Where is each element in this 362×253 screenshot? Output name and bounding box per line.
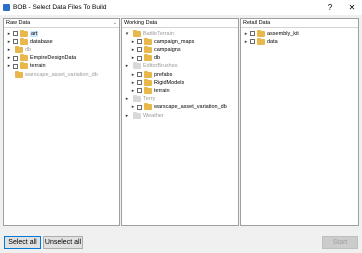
folder-icon [133,95,141,103]
close-icon: ✕ [348,3,356,12]
folder-icon [144,70,152,78]
folder-icon [144,45,152,53]
tree-item-label: db [25,46,32,53]
expand-arrow-icon[interactable]: ▸ [243,31,249,37]
window-title: BOB - Select Data Files To Build [13,4,107,11]
expand-arrow-icon[interactable]: ▸ [124,96,130,102]
app-icon [3,4,10,11]
unselect-all-button[interactable]: Unselect all [43,236,83,249]
start-button[interactable]: Start [322,236,358,249]
retail-data-header-label: Retail Data [243,20,271,26]
tree-item[interactable]: warscape_asset_variation_db [4,70,98,79]
tree-item-checkbox[interactable] [13,39,18,45]
folder-icon [133,111,141,119]
folder-icon [15,70,23,78]
tree-item-label: BattleTerrain [143,30,174,37]
working-data-header[interactable]: Working Data [122,19,238,28]
expand-arrow-icon[interactable]: ▸ [130,72,136,78]
retail-data-panel[interactable]: Retail Data ▸ assembly_kit ▸ data [240,18,359,226]
tree-item-checkbox[interactable] [137,72,142,77]
tree-item[interactable]: ▸ data [241,37,278,46]
folder-icon [144,37,152,45]
expand-arrow-icon[interactable]: ▸ [124,113,130,119]
expand-arrow-icon[interactable]: ▸ [130,88,136,94]
tree-item-checkbox[interactable] [137,47,142,53]
tree-item-label: RigidModels [154,79,185,86]
expand-arrow-icon[interactable]: ▸ [130,55,136,61]
tree-item-checkbox[interactable] [13,31,18,36]
help-icon: ? [327,3,333,12]
expand-arrow-icon[interactable]: ▸ [124,63,130,69]
folder-icon [257,29,265,37]
tree-item-label: campaign_maps [154,38,195,45]
select-all-button[interactable]: Select all [4,236,41,249]
expand-arrow-icon[interactable]: ▸ [6,55,12,61]
retail-data-header[interactable]: Retail Data [241,19,358,28]
tree-item-checkbox[interactable] [137,80,142,86]
expand-arrow-icon[interactable]: ▸ [130,104,136,110]
folder-icon [133,62,141,70]
folder-icon [20,62,28,70]
tree-item-label: db [154,55,161,62]
expand-arrow-icon[interactable]: ▸ [6,47,12,53]
tree-item[interactable]: ▸ Weather [122,111,164,120]
tree-item-label: terrain [30,63,46,70]
expand-arrow-icon[interactable]: ▸ [130,47,136,53]
raw-data-header-label: Raw Data [6,20,31,26]
tree-item-label: database [30,38,53,45]
tree-item-label: prefabs [154,71,173,78]
tree-item-label: EditorBrushes [143,63,178,70]
tree-item-label: terrain [154,87,170,94]
expand-arrow-icon[interactable]: ▸ [130,39,136,45]
title-bar: BOB - Select Data Files To Build ? ✕ [0,0,362,15]
tree-item-label: assembly_kit [267,30,299,37]
tree-item-label: warscape_asset_variation_db [154,104,227,111]
folder-icon [144,86,152,94]
expand-arrow-icon[interactable]: ▸ [6,31,12,37]
expand-arrow-icon[interactable]: ▸ [6,63,12,69]
expand-arrow-icon[interactable]: ▸ [243,39,249,45]
tree-item-label: EmpireDesignData [30,55,77,62]
raw-data-header[interactable]: Raw Data ⌄ [4,19,119,28]
tree-item-label: campaigns [154,46,181,53]
tree-item-checkbox[interactable] [137,88,142,94]
tree-item-checkbox[interactable] [137,39,142,45]
raw-data-panel[interactable]: Raw Data ⌄ ▸ art ▸ database ▸ db ▸ EmpireDesign… [3,18,120,226]
folder-icon [133,29,141,37]
expand-arrow-icon[interactable]: ▸ [130,80,136,86]
tree-item-label: warscape_asset_variation_db [25,71,98,78]
tree-item-checkbox[interactable] [13,55,18,61]
working-data-panel[interactable]: Working Data ▾ BattleTerrain ▸ campaign_map… [121,18,239,226]
tree-item-checkbox[interactable] [137,55,142,61]
working-data-header-label: Working Data [124,20,158,26]
tree-item-checkbox[interactable] [137,104,142,110]
folder-icon [20,29,28,37]
tree-item-checkbox[interactable] [13,63,18,69]
tree-item-checkbox[interactable] [250,39,255,45]
sort-arrow-icon: ⌄ [112,20,117,26]
folder-icon [257,37,265,45]
tree-item-label: Terry [143,96,156,103]
tree-item-checkbox[interactable] [250,31,255,36]
folder-icon [20,37,28,45]
tree-item-label: art [30,30,39,37]
close-button[interactable]: ✕ [342,0,362,15]
tree-item-label: data [267,38,278,45]
folder-icon [20,54,28,62]
tree-item-label: Weather [143,112,164,119]
folder-icon [144,54,152,62]
collapse-arrow-icon[interactable]: ▾ [124,31,130,37]
expand-arrow-icon[interactable]: ▸ [6,39,12,45]
folder-icon [144,103,152,111]
folder-icon [15,45,23,53]
folder-icon [144,78,152,86]
help-button[interactable]: ? [320,0,340,15]
